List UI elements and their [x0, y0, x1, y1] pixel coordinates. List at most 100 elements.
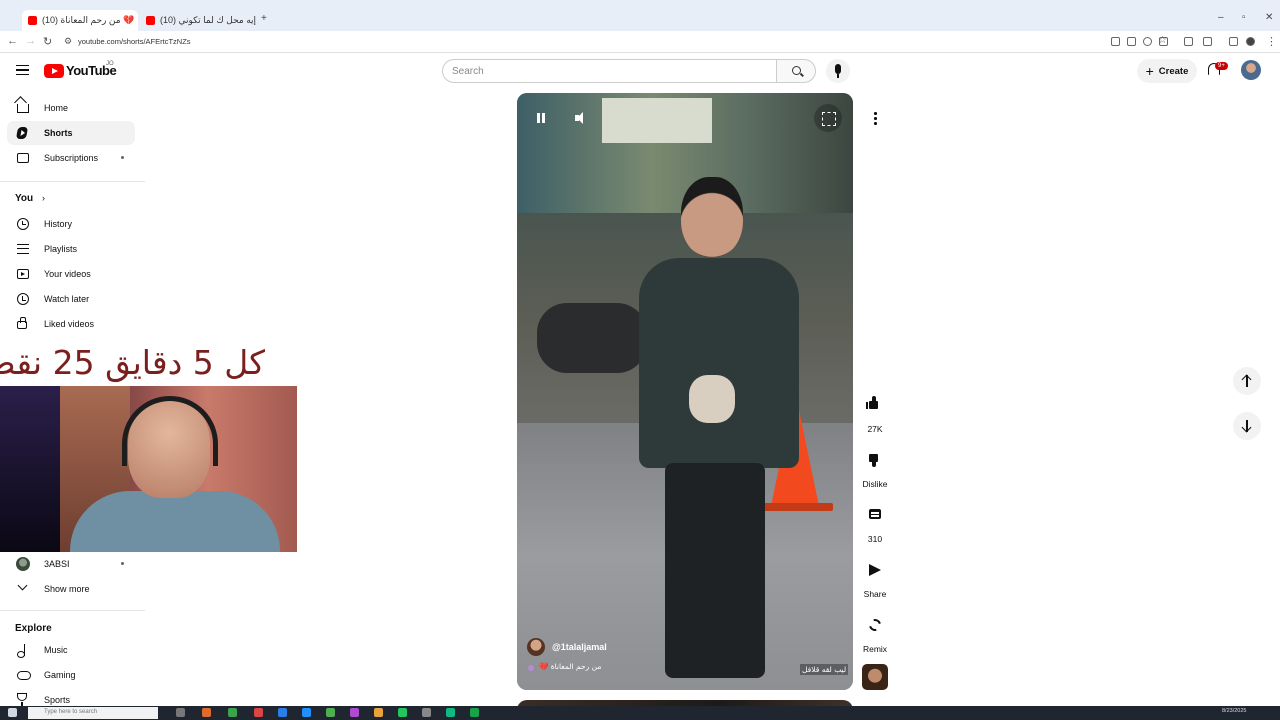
sidebar-item-subscriptions[interactable]: Subscriptions: [7, 146, 135, 170]
new-content-dot: [121, 156, 124, 159]
video-caption: ليب لقه قلافل: [800, 664, 849, 675]
share-label: Share: [863, 589, 887, 599]
home-icon: [17, 104, 29, 113]
account-avatar[interactable]: [1241, 60, 1261, 80]
taskbar-app-icon[interactable]: [446, 708, 455, 717]
sidebar-item-label: 3ABSI: [44, 559, 70, 569]
video-scene-motorbike: [537, 303, 647, 373]
taskbar-app-icon[interactable]: [254, 708, 263, 717]
browser-tab[interactable]: (10) يعني إيه محل ك لما تكوني: [140, 10, 256, 31]
sidebar-item-playlists[interactable]: Playlists: [7, 237, 135, 261]
taskbar-app-icon[interactable]: [278, 708, 287, 717]
new-tab-icon[interactable]: +: [261, 13, 267, 24]
sidebar-divider: [0, 181, 145, 182]
sidebar-item-history[interactable]: History: [7, 212, 135, 236]
back-icon[interactable]: ←: [7, 35, 18, 47]
comments-button[interactable]: [861, 501, 889, 529]
channel-avatar[interactable]: [527, 638, 545, 656]
create-button[interactable]: + Create: [1137, 59, 1197, 83]
windows-start-icon[interactable]: [8, 708, 17, 717]
taskbar-search-input[interactable]: Type here to search: [28, 707, 158, 719]
playlists-icon: [17, 244, 29, 254]
channel-handle[interactable]: @1talaljamal: [552, 642, 607, 652]
taskbar-app-icon[interactable]: [228, 708, 237, 717]
sound-thumbnail[interactable]: [862, 664, 888, 690]
search-input[interactable]: Search: [442, 59, 777, 83]
taskbar-app-icon[interactable]: [374, 708, 383, 717]
plus-icon: +: [1145, 63, 1154, 79]
taskbar-app-icon[interactable]: [470, 708, 479, 717]
minimize-icon[interactable]: –: [1218, 12, 1224, 23]
address-bar-url[interactable]: youtube.com/shorts/AFErtcTzNZs: [78, 37, 191, 46]
browser-tab-active[interactable]: (10) من رحم المعاناة 💔: [22, 10, 138, 31]
pause-icon[interactable]: [527, 104, 555, 132]
sidebar-item-shorts[interactable]: Shorts: [7, 121, 135, 145]
taskbar-app-icon[interactable]: [422, 708, 431, 717]
sidebar-item-gaming[interactable]: Gaming: [7, 663, 135, 687]
sidebar-item-label: Gaming: [44, 670, 76, 680]
like-button[interactable]: [861, 391, 889, 419]
sidebar-section-explore: Explore: [15, 623, 52, 634]
dislike-label: Dislike: [862, 479, 888, 489]
remix-button[interactable]: [861, 611, 889, 639]
stream-overlay-text: كل 5 دقايق 25 نقطه: [0, 343, 265, 382]
search-button[interactable]: [776, 59, 816, 83]
traffic-cone-base: [763, 503, 833, 511]
extension-icon[interactable]: [1184, 37, 1193, 46]
browser-tab-strip: (10) من رحم المعاناة 💔 (10) يعني إيه محل…: [0, 0, 1280, 31]
streamer-shirt: [70, 491, 280, 552]
forward-icon[interactable]: →: [25, 35, 36, 47]
bookmark-star-icon[interactable]: ☆: [1158, 35, 1167, 46]
browser-menu-icon[interactable]: ⋮: [1266, 35, 1277, 48]
cast-icon[interactable]: [1111, 37, 1120, 46]
zoom-icon[interactable]: [1143, 37, 1152, 46]
share-button[interactable]: [861, 556, 889, 584]
video-subject-pants: [665, 463, 765, 678]
site-info-icon[interactable]: ⚙: [64, 36, 72, 47]
sidebar-item-label: Watch later: [44, 294, 90, 304]
taskbar-app-icon[interactable]: [326, 708, 335, 717]
profile-icon[interactable]: [1246, 37, 1255, 46]
restore-icon[interactable]: ▫: [1242, 12, 1246, 23]
sidebar-item-watch-later[interactable]: Watch later: [7, 287, 135, 311]
dislike-button[interactable]: [861, 446, 889, 474]
sidebar-item-music[interactable]: Music: [7, 638, 135, 662]
history-icon: [17, 218, 29, 230]
short-title[interactable]: من رحم المعاناة 💔: [539, 662, 601, 671]
video-scene-sign: [602, 98, 712, 143]
more-actions-icon[interactable]: [863, 106, 887, 130]
volume-icon[interactable]: [567, 104, 595, 132]
sidebar-panel-icon[interactable]: [1229, 37, 1238, 46]
taskbar-app-icon[interactable]: [302, 708, 311, 717]
sidebar-item-your-videos[interactable]: Your videos: [7, 262, 135, 286]
youtube-favicon-icon: [28, 16, 37, 25]
next-short-arrow-down-icon[interactable]: [1233, 412, 1261, 440]
sidebar-show-more[interactable]: Show more: [7, 577, 135, 601]
webcam-overlay: [0, 386, 297, 552]
taskbar-app-icon[interactable]: [176, 708, 185, 717]
reload-icon[interactable]: ↻: [43, 35, 52, 48]
new-content-dot: [121, 562, 124, 565]
chevron-down-icon: [17, 580, 28, 591]
voice-search-icon[interactable]: [826, 59, 850, 83]
share-icon: [869, 564, 881, 576]
taskbar-app-icon[interactable]: [350, 708, 359, 717]
previous-short-arrow-up-icon[interactable]: [1233, 367, 1261, 395]
guide-menu-icon[interactable]: [16, 65, 29, 75]
sidebar-item-home[interactable]: Home: [7, 96, 135, 120]
youtube-logo-icon[interactable]: [44, 64, 64, 78]
extensions-puzzle-icon[interactable]: [1203, 37, 1212, 46]
translate-icon[interactable]: [1127, 37, 1136, 46]
close-window-icon[interactable]: ✕: [1265, 12, 1273, 23]
sidebar-channel-3absi[interactable]: 3ABSI: [7, 552, 135, 576]
taskbar-app-icon[interactable]: [202, 708, 211, 717]
webcam-background: [0, 386, 60, 552]
shorts-video-player[interactable]: @1talaljamal من رحم المعاناة 💔 ليب لقه ق…: [517, 93, 853, 690]
remix-icon: [866, 616, 884, 634]
sidebar-item-liked-videos[interactable]: Liked videos: [7, 312, 135, 336]
sidebar-item-label: History: [44, 219, 73, 229]
sidebar-section-you[interactable]: You ›: [15, 193, 45, 204]
sports-icon: [17, 693, 27, 706]
fullscreen-icon[interactable]: [814, 104, 842, 132]
taskbar-app-icon[interactable]: [398, 708, 407, 717]
